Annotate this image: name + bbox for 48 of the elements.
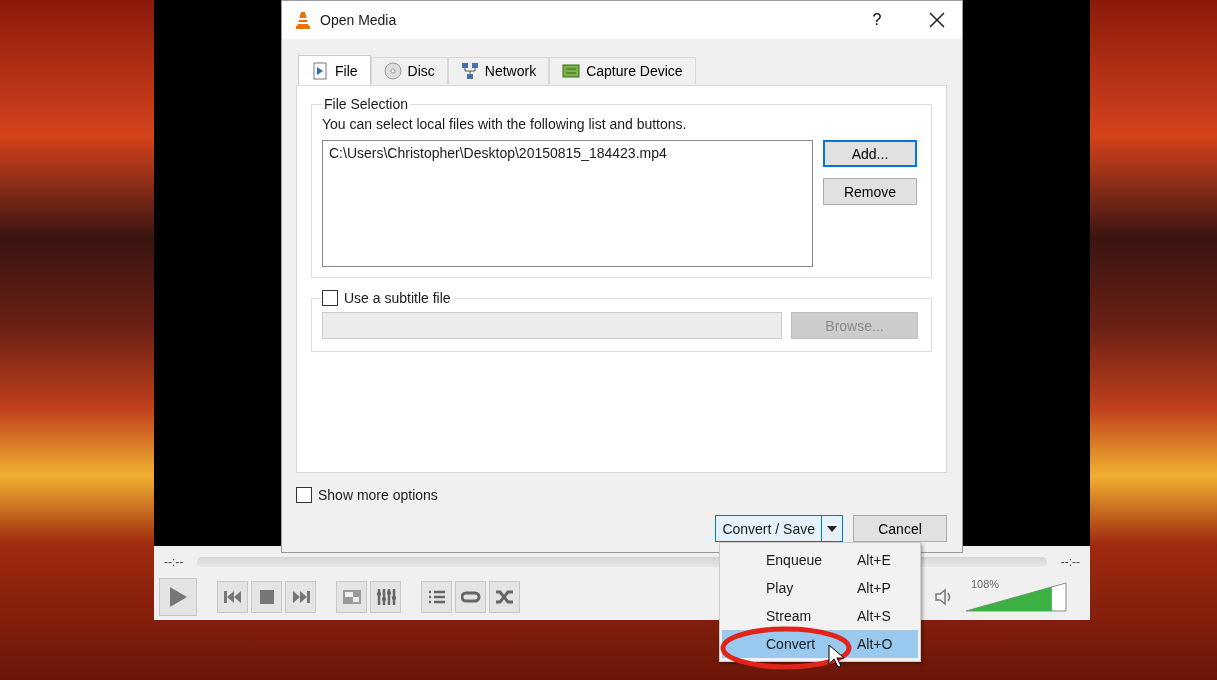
tab[interactable]: Capture Device — [549, 57, 696, 84]
next-icon — [290, 589, 311, 605]
previous-button[interactable] — [217, 581, 248, 613]
previous-icon — [222, 589, 243, 605]
tab[interactable]: File — [298, 55, 371, 85]
play-button[interactable] — [159, 578, 197, 616]
frame-icon — [341, 589, 362, 605]
loop-icon — [460, 589, 481, 605]
shuffle-button[interactable] — [489, 581, 520, 613]
traffic-cone-icon — [296, 11, 310, 29]
network-icon — [460, 62, 479, 80]
frame-button[interactable] — [336, 581, 367, 613]
remove-button[interactable]: Remove — [823, 178, 917, 205]
tab[interactable]: Network — [447, 57, 550, 84]
show-more-checkbox[interactable] — [296, 487, 312, 503]
show-more-label: Show more options — [318, 487, 438, 503]
file-icon — [311, 61, 329, 80]
volume-slider[interactable]: 108% — [965, 582, 1067, 612]
play-icon — [168, 586, 188, 608]
hint-text: You can select local files with the following list and buttons. — [322, 116, 688, 132]
menu-item[interactable]: Stream Alt+S — [722, 602, 918, 630]
file-list[interactable]: C:\Users\Christopher\Desktop\20150815_184423.mp4 — [322, 140, 813, 267]
window-title: Open Media — [320, 12, 397, 28]
equalizer-button[interactable] — [370, 581, 401, 613]
cancel-button[interactable]: Cancel — [853, 515, 947, 542]
help-button[interactable]: ? — [852, 1, 902, 39]
shuffle-icon — [494, 589, 515, 605]
stop-button[interactable] — [251, 581, 282, 613]
caret-icon — [827, 525, 837, 532]
tab[interactable]: Disc — [370, 57, 448, 84]
capture-icon — [562, 62, 581, 80]
equalizer-icon — [375, 589, 396, 605]
convert-save-button[interactable]: Convert / Save — [715, 515, 843, 542]
menu-item[interactable]: Enqueue Alt+E — [722, 546, 918, 574]
playlist-icon — [426, 589, 447, 605]
next-button[interactable] — [285, 581, 316, 613]
elapsed-time: --:-- — [164, 555, 184, 570]
total-time: --:-- — [1060, 555, 1080, 570]
menu-item[interactable]: Play Alt+P — [722, 574, 918, 602]
playlist-button[interactable] — [421, 581, 452, 613]
loop-button[interactable] — [455, 581, 486, 613]
pointer-cursor-icon — [828, 644, 844, 668]
subtitle-label: Use a subtitle file — [344, 290, 451, 306]
disc-icon — [383, 62, 402, 80]
group-title: File Selection — [323, 96, 410, 112]
add-button[interactable]: Add... — [823, 140, 917, 167]
file-list-item[interactable]: C:\Users\Christopher\Desktop\20150815_184423.mp4 — [329, 145, 806, 161]
close-icon — [929, 12, 945, 28]
